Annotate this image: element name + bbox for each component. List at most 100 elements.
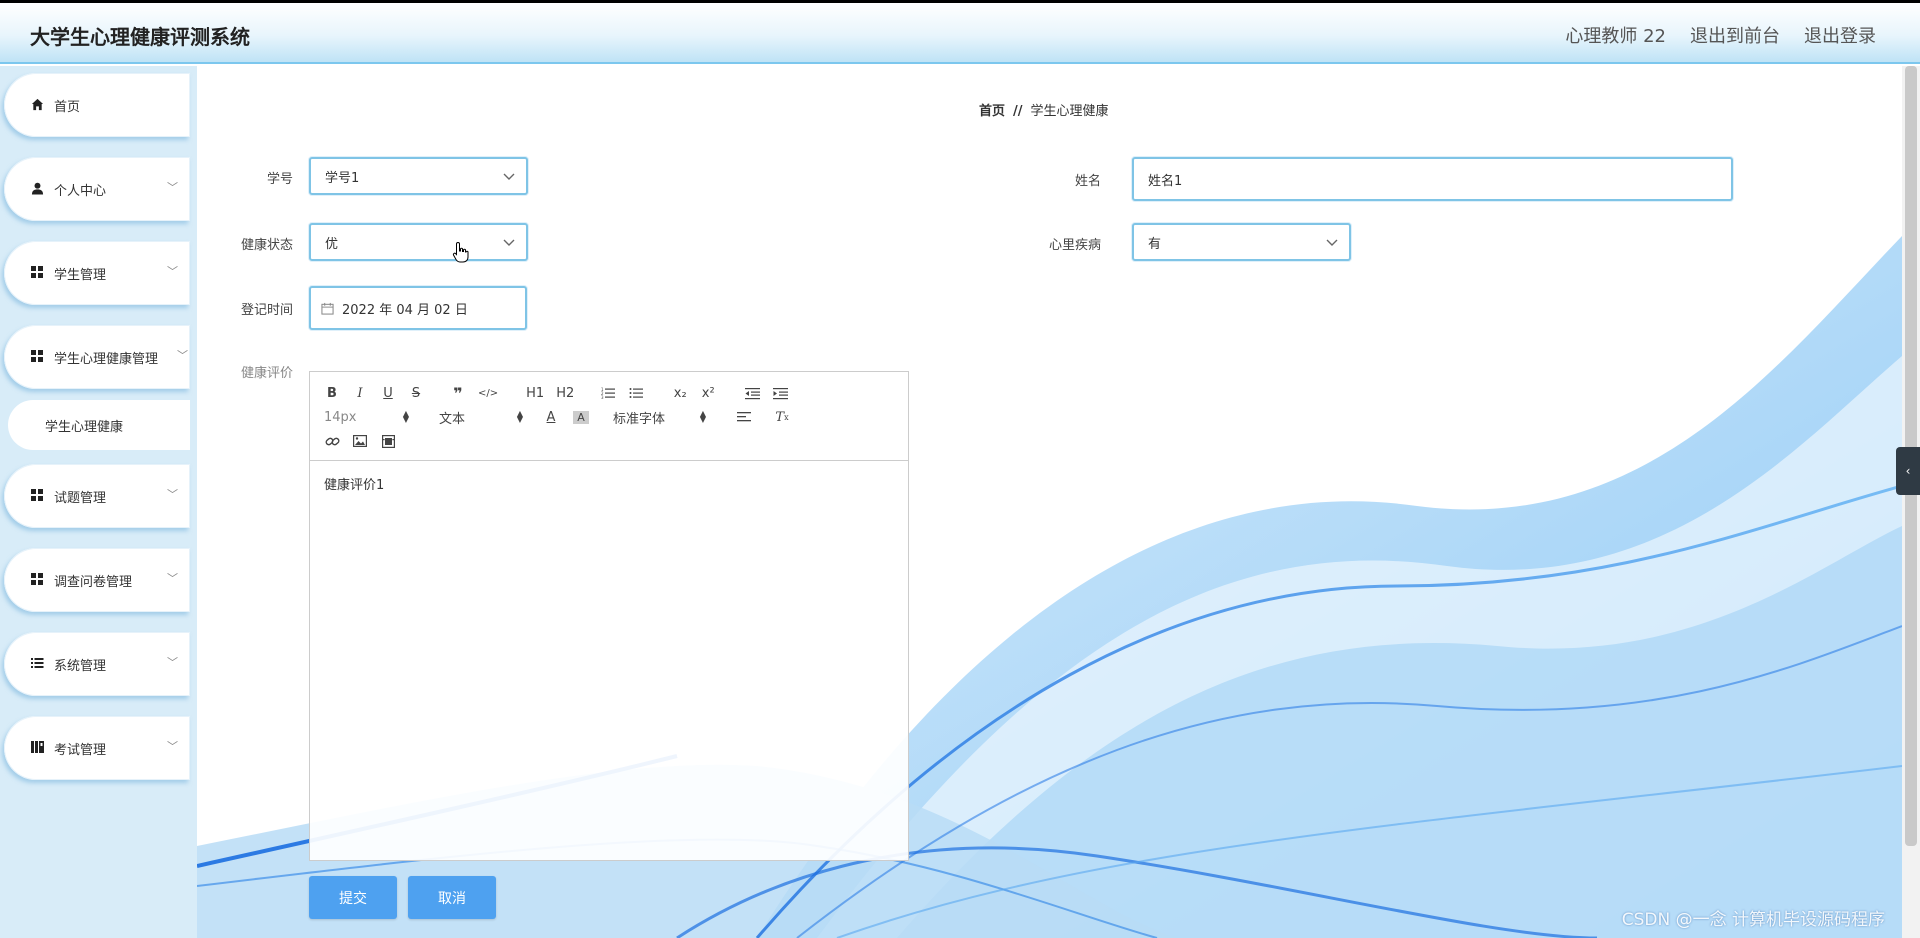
student-no-label: 学号 — [266, 172, 293, 187]
evaluation-label: 健康评价 — [240, 366, 293, 381]
sidebar-item-personal[interactable]: 个人中心 ﹀ — [4, 157, 190, 221]
chevron-down-icon: ﹀ — [167, 265, 178, 278]
health-status-label: 健康状态 — [240, 238, 293, 253]
sidebar: 首页 个人中心 ﹀ 学生管理 ﹀ 学生心理健康管理 ﹀ 学生心理健康 试题管理 … — [0, 66, 197, 938]
sidebar-item-questions[interactable]: 试题管理 ﹀ — [4, 464, 190, 528]
link-icon[interactable] — [324, 435, 340, 448]
heading1-icon[interactable]: H1 — [526, 386, 544, 401]
register-date-picker[interactable]: 2022 年 04 月 02 日 — [309, 286, 527, 330]
user-name[interactable]: 心理教师 22 — [1565, 22, 1666, 48]
cancel-button[interactable]: 取消 — [408, 876, 496, 919]
font-family-value: 标准字体 — [613, 411, 666, 427]
register-date-value: 2022 年 04 月 02 日 — [342, 302, 468, 318]
updown-icon: ▲ ▼ — [516, 409, 523, 424]
collapse-panel-button[interactable]: ‹ — [1896, 447, 1920, 495]
heading2-icon[interactable]: H2 — [556, 386, 574, 401]
app-title: 大学生心理健康评测系统 — [30, 25, 250, 49]
rich-text-editor: B I U S ❞ </> H1 H2 123 x₂ x² 14px ▲ ▼ 文… — [309, 371, 909, 861]
font-size-value: 14px — [324, 409, 357, 425]
bullet-list-icon[interactable] — [628, 387, 644, 400]
chevron-down-icon — [503, 239, 515, 246]
sidebar-item-label: 个人中心 — [54, 184, 107, 199]
chevron-down-icon: ﹀ — [167, 740, 178, 753]
editor-content[interactable]: 健康评价1 — [310, 461, 908, 506]
calendar-icon — [321, 302, 334, 315]
sidebar-item-label: 学生心理健康管理 — [54, 352, 159, 367]
outdent-icon[interactable] — [744, 387, 760, 400]
toolbar-row-3 — [324, 432, 408, 450]
font-family-select[interactable]: 标准字体 ▲ ▼ — [613, 408, 706, 427]
chevron-down-icon: ﹀ — [167, 181, 178, 194]
updown-icon: ▲ ▼ — [699, 409, 706, 424]
grid-icon — [30, 488, 44, 502]
toolbar-row-1: B I U S ❞ </> H1 H2 123 x₂ x² — [324, 384, 800, 403]
logout-link[interactable]: 退出登录 — [1804, 22, 1876, 48]
subscript-icon[interactable]: x₂ — [672, 386, 688, 401]
student-no-value: 学号1 — [325, 170, 360, 186]
sidebar-item-survey[interactable]: 调查问卷管理 ﹀ — [4, 548, 190, 612]
sidebar-item-label: 系统管理 — [54, 659, 107, 674]
ordered-list-icon[interactable]: 123 — [600, 387, 616, 400]
video-icon[interactable] — [380, 434, 396, 448]
sidebar-item-label: 考试管理 — [54, 743, 107, 758]
chevron-down-icon: ﹀ — [177, 349, 188, 362]
name-field[interactable]: 姓名1 — [1132, 157, 1733, 201]
sidebar-item-students[interactable]: 学生管理 ﹀ — [4, 241, 190, 305]
vertical-scrollbar[interactable] — [1902, 66, 1920, 938]
underline-icon[interactable]: U — [380, 386, 396, 401]
font-size-select[interactable]: 14px ▲ ▼ — [324, 410, 409, 425]
grid-icon — [30, 265, 44, 279]
grid-icon — [30, 572, 44, 586]
name-label: 姓名 — [1074, 174, 1101, 189]
indent-icon[interactable] — [772, 387, 788, 400]
chevron-down-icon — [503, 173, 515, 180]
user-icon — [30, 181, 44, 195]
mental-disease-value: 有 — [1148, 236, 1162, 252]
align-icon[interactable] — [736, 411, 752, 423]
sidebar-item-label: 调查问卷管理 — [54, 575, 133, 590]
superscript-icon[interactable]: x² — [700, 386, 716, 401]
student-no-select[interactable]: 学号1 — [309, 157, 528, 195]
breadcrumb-current: 学生心理健康 — [1030, 104, 1109, 119]
text-type-value: 文本 — [439, 411, 466, 427]
hand-cursor-icon — [452, 241, 469, 263]
sidebar-subitem-mental-health[interactable]: 学生心理健康 — [8, 400, 190, 450]
chevron-left-icon: ‹ — [1905, 464, 1911, 478]
italic-icon[interactable]: I — [352, 386, 368, 401]
blockquote-icon[interactable]: ❞ — [450, 384, 466, 403]
editor-toolbar: B I U S ❞ </> H1 H2 123 x₂ x² 14px ▲ ▼ 文… — [310, 372, 908, 461]
sidebar-item-mental-health[interactable]: 学生心理健康管理 ﹀ — [4, 325, 190, 389]
watermark: CSDN @一念 计算机毕设源码程序 — [1621, 910, 1885, 930]
submit-button[interactable]: 提交 — [309, 876, 397, 919]
breadcrumb-home[interactable]: 首页 — [979, 104, 1005, 119]
toolbar-row-2: 14px ▲ ▼ 文本 ▲ ▼ A A 标准字体 ▲ ▼ Tx — [324, 408, 802, 427]
font-color-icon[interactable]: A — [543, 410, 559, 425]
breadcrumb: 首页 // 学生心理健康 — [979, 100, 1109, 119]
list-icon — [30, 656, 44, 670]
svg-text:3: 3 — [601, 395, 604, 400]
mental-disease-label: 心里疾病 — [1048, 238, 1101, 253]
chevron-down-icon — [1326, 239, 1338, 246]
sidebar-item-label: 学生管理 — [54, 268, 107, 283]
chevron-down-icon: ﹀ — [167, 572, 178, 585]
sidebar-item-system[interactable]: 系统管理 ﹀ — [4, 632, 190, 696]
register-time-label: 登记时间 — [240, 303, 293, 318]
image-icon[interactable] — [352, 435, 368, 447]
mental-disease-select[interactable]: 有 — [1132, 223, 1351, 261]
sidebar-item-home[interactable]: 首页 — [4, 73, 190, 137]
background-color-icon[interactable]: A — [573, 410, 589, 424]
health-status-value: 优 — [325, 236, 339, 252]
header-actions: 心理教师 22 退出到前台 退出登录 — [1565, 22, 1876, 48]
grid-icon — [30, 349, 44, 363]
go-front-link[interactable]: 退出到前台 — [1690, 22, 1780, 48]
chevron-down-icon: ﹀ — [167, 656, 178, 669]
text-type-select[interactable]: 文本 ▲ ▼ — [439, 408, 523, 427]
sidebar-item-label: 首页 — [54, 100, 81, 115]
clear-format-icon[interactable]: Tx — [774, 410, 790, 425]
code-icon[interactable]: </> — [478, 388, 498, 399]
bold-icon[interactable]: B — [324, 386, 340, 401]
updown-icon: ▲ ▼ — [402, 409, 409, 424]
health-status-select[interactable]: 优 — [309, 223, 528, 261]
strikethrough-icon[interactable]: S — [408, 386, 424, 401]
sidebar-item-exam[interactable]: 考试管理 ﹀ — [4, 716, 190, 780]
